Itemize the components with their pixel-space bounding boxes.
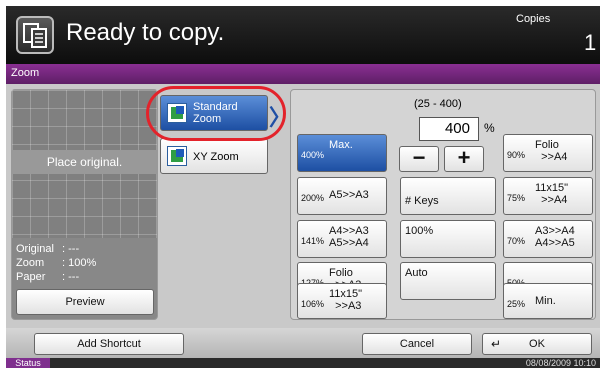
place-original-message: Place original.	[12, 150, 157, 174]
datetime: 08/08/2009 10:10	[525, 358, 596, 368]
preset-label: 11x15" >>A3	[329, 288, 363, 312]
preset-75-button[interactable]: 75% 11x15" >>A4	[503, 177, 593, 215]
zoom-panel: (25 - 400) 400 % − + 400% Max. 200% A5>>…	[290, 89, 596, 320]
ok-label: OK	[529, 338, 545, 350]
ok-button[interactable]: ↵ OK	[482, 333, 592, 355]
tab-zoom: Zoom	[11, 67, 40, 79]
paper-label: Paper	[16, 271, 46, 283]
preset-label: Folio >>A4	[535, 139, 568, 163]
number-keys-button[interactable]: # Keys	[400, 177, 496, 215]
preset-pct: 106%	[301, 299, 325, 309]
copier-screen: Ready to copy. Copies 1 Zoom Place origi…	[6, 6, 600, 368]
xy-zoom-label: XY Zoom	[193, 151, 239, 163]
original-value: : ---	[62, 243, 80, 255]
zoom-value-field[interactable]: 400	[419, 117, 479, 141]
original-info: Original : ---	[16, 243, 79, 255]
add-shortcut-button[interactable]: Add Shortcut	[34, 333, 184, 355]
preset-label: A4>>A3 A5>>A4	[329, 225, 369, 249]
copy-mode-icon	[16, 16, 54, 54]
preset-label: Max.	[329, 139, 353, 151]
preset-pct: 200%	[301, 193, 325, 203]
preset-label: 11x15" >>A4	[535, 182, 569, 206]
zoom-range: (25 - 400)	[414, 98, 462, 110]
zoom-100-button[interactable]: 100%	[400, 220, 496, 258]
top-bar: Ready to copy. Copies 1	[6, 6, 600, 64]
preset-pct: 90%	[507, 150, 526, 160]
number-keys-label: # Keys	[405, 195, 439, 207]
main-area: Place original. Original : --- Zoom : 100%…	[6, 84, 600, 328]
preset-25-button[interactable]: 25% Min.	[503, 283, 593, 319]
preset-pct: 141%	[301, 236, 325, 246]
zoom-plus-button[interactable]: +	[444, 146, 484, 172]
preset-pct: 25%	[507, 299, 526, 309]
status-button[interactable]: Status	[6, 358, 50, 368]
preset-200-button[interactable]: 200% A5>>A3	[297, 177, 387, 215]
zoom-value: : 100%	[62, 257, 97, 269]
preset-label: A3>>A4 A4>>A5	[535, 225, 575, 249]
original-label: Original	[16, 243, 54, 255]
xy-zoom-button[interactable]: XY Zoom	[160, 138, 268, 174]
enter-icon: ↵	[491, 337, 502, 351]
preset-label: A5>>A3	[329, 189, 369, 201]
copies-label: Copies	[516, 13, 551, 25]
auto-zoom-button[interactable]: Auto	[400, 262, 496, 300]
status-bar: Status 08/08/2009 10:10	[6, 358, 600, 368]
paper-info: Paper : ---	[16, 271, 79, 283]
paper-value: : ---	[62, 271, 80, 283]
copies-count: 1	[584, 30, 597, 55]
preset-pct: 400%	[301, 150, 325, 160]
tab-bar: Zoom	[6, 64, 600, 84]
zoom-unit: %	[484, 121, 495, 135]
preview-panel: Place original. Original : --- Zoom : 100%…	[11, 89, 158, 320]
preset-400-button[interactable]: 400% Max.	[297, 134, 387, 172]
preset-70-button[interactable]: 70% A3>>A4 A4>>A5	[503, 220, 593, 258]
zoom-minus-button[interactable]: −	[399, 146, 439, 172]
highlight-annotation	[146, 86, 286, 141]
zoom-info: Zoom : 100%	[16, 257, 96, 269]
preset-141-button[interactable]: 141% A4>>A3 A5>>A4	[297, 220, 387, 258]
preset-106-button[interactable]: 106% 11x15" >>A3	[297, 283, 387, 319]
cancel-button[interactable]: Cancel	[362, 333, 472, 355]
preset-pct: 70%	[507, 236, 526, 246]
bottom-bar: Add Shortcut Cancel ↵ OK	[6, 328, 600, 358]
preset-90-button[interactable]: 90% Folio >>A4	[503, 134, 593, 172]
preset-pct: 75%	[507, 193, 526, 203]
zoom-label: Zoom	[16, 257, 45, 269]
preset-label: Min.	[535, 295, 556, 307]
xy-zoom-icon	[167, 146, 187, 166]
page-title: Ready to copy.	[66, 19, 225, 46]
preview-button[interactable]: Preview	[16, 289, 154, 315]
